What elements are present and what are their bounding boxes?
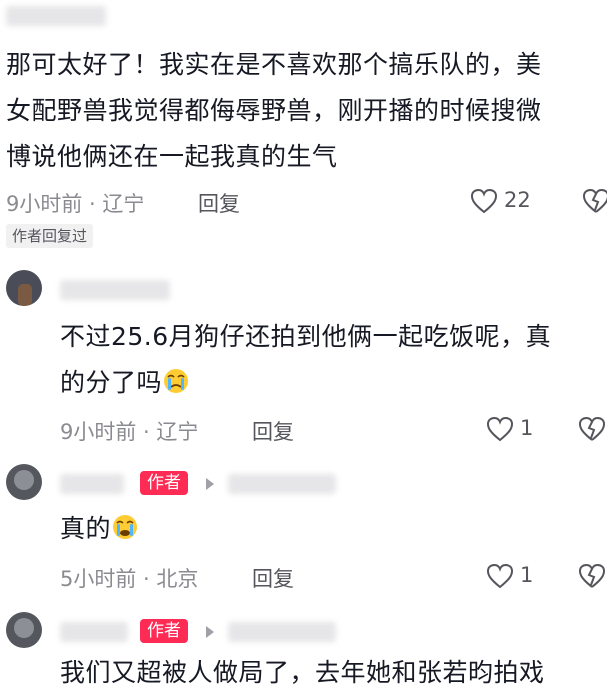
avatar[interactable] bbox=[6, 464, 42, 500]
like-count: 1 bbox=[520, 416, 534, 440]
avatar[interactable] bbox=[6, 270, 42, 306]
dislike-icon[interactable] bbox=[578, 416, 606, 442]
author-replied-tag: 作者回复过 bbox=[6, 224, 94, 248]
reply-arrow-icon bbox=[206, 626, 214, 638]
heart-icon[interactable] bbox=[486, 563, 514, 589]
reply-meta: 5小时前 · 北京 bbox=[60, 567, 199, 591]
author-badge: 作者 bbox=[140, 619, 188, 643]
author-badge: 作者 bbox=[140, 471, 188, 495]
avatar[interactable] bbox=[6, 612, 42, 648]
reply-text: 我们又超被人做局了，去年她和张若昀拍戏 bbox=[60, 658, 545, 687]
reply-meta: 9小时前 · 辽宁 bbox=[60, 420, 199, 444]
dislike-icon[interactable] bbox=[578, 563, 606, 589]
comment-text: 那可太好了！我实在是不喜欢那个搞乐队的，美 女配野兽我觉得都侮辱野兽，刚开播的时… bbox=[6, 50, 542, 171]
reply-button[interactable]: 回复 bbox=[252, 563, 294, 593]
heart-icon[interactable] bbox=[470, 188, 498, 214]
replier-name-blurred[interactable] bbox=[60, 474, 124, 494]
crying-emoji-icon bbox=[164, 369, 189, 393]
like-count: 22 bbox=[504, 188, 531, 212]
dislike-icon[interactable] bbox=[582, 188, 607, 214]
crying-emoji-icon bbox=[113, 515, 138, 539]
heart-icon[interactable] bbox=[486, 416, 514, 442]
reply-arrow-icon bbox=[206, 478, 214, 490]
reply-text: 真的 bbox=[60, 506, 600, 552]
commenter-name-blurred[interactable] bbox=[6, 6, 106, 26]
reply-button[interactable]: 回复 bbox=[252, 416, 294, 446]
reply-button[interactable]: 回复 bbox=[198, 188, 240, 218]
replier-name-blurred[interactable] bbox=[60, 280, 170, 300]
like-count: 1 bbox=[520, 563, 534, 587]
reply-target-name-blurred[interactable] bbox=[228, 474, 336, 494]
reply-text: 不过25.6月狗仔还拍到他俩一起吃饭呢，真 的分了吗 bbox=[60, 322, 552, 397]
reply-target-name-blurred[interactable] bbox=[228, 622, 336, 642]
comment-meta: 9小时前 · 辽宁 bbox=[6, 192, 145, 216]
replier-name-blurred[interactable] bbox=[60, 622, 128, 642]
